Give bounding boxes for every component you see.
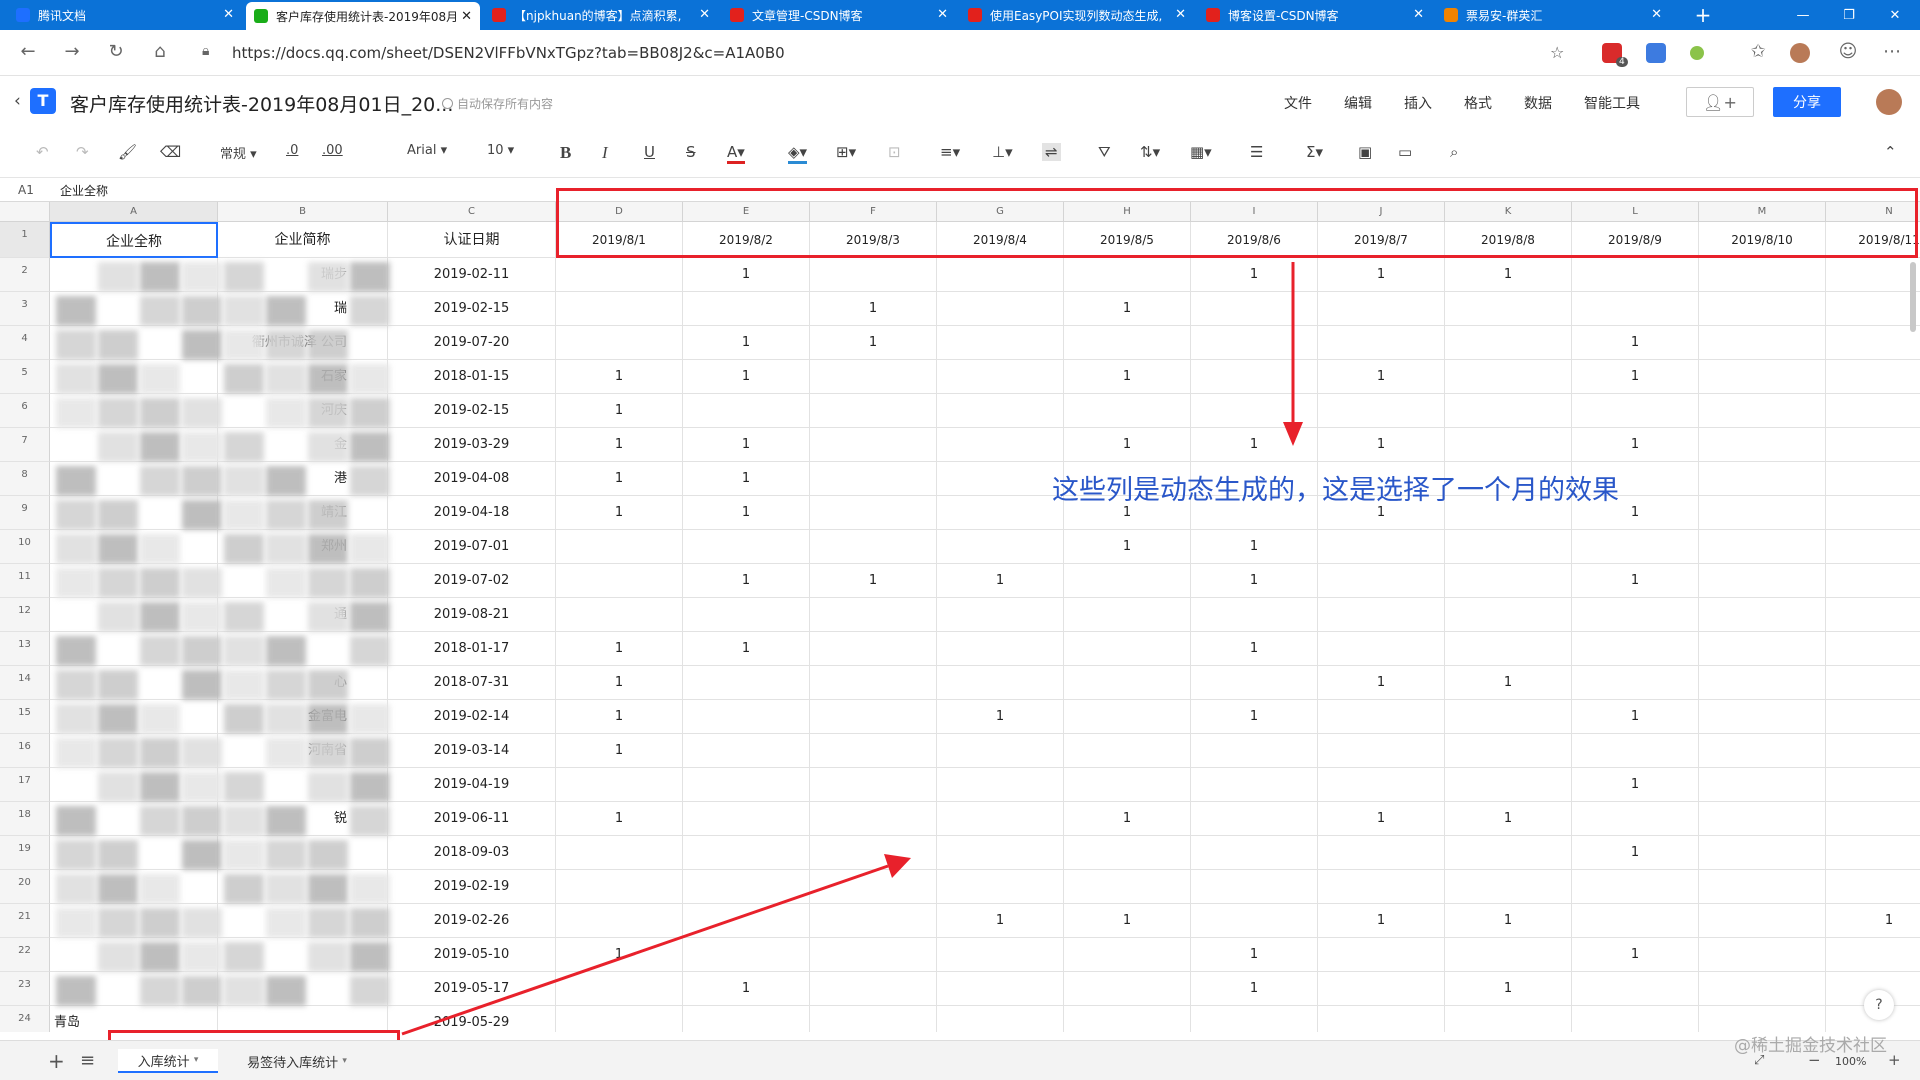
chevron-down-icon: ▾ (193, 1055, 199, 1065)
sheet-tab-label: 入库统计 (137, 1054, 190, 1070)
sheet-tab-bar: + ≡ 入库统计 ▾ 易签待入库统计 ▾ @稀土掘金技术社区 ⤢ − 100% … (0, 1036, 1920, 1080)
arrow-diagonal-head (884, 854, 911, 878)
sheet-tab-pending[interactable]: 易签待入库统计 ▾ (232, 1049, 362, 1073)
add-sheet-icon[interactable]: + (48, 1049, 65, 1073)
arrow-down-head (1283, 422, 1303, 446)
arrow-diagonal-line (401, 864, 889, 1036)
sheet-tab-inbound[interactable]: 入库统计 ▾ (118, 1049, 218, 1073)
annotation-arrows (401, 262, 1303, 1036)
chevron-down-icon: ▾ (342, 1056, 347, 1066)
sheet-tab-label: 易签待入库统计 (247, 1055, 339, 1071)
zoom-in-icon[interactable]: + (1888, 1051, 1901, 1069)
zoom-level[interactable]: 100% (1835, 1055, 1866, 1068)
zoom-out-icon[interactable]: − (1808, 1051, 1821, 1069)
fullscreen-icon[interactable]: ⤢ (1754, 1053, 1764, 1068)
sheet-list-icon[interactable]: ≡ (80, 1050, 95, 1071)
annotation-text: 这些列是动态生成的，这是选择了一个月的效果 (1052, 475, 1619, 506)
